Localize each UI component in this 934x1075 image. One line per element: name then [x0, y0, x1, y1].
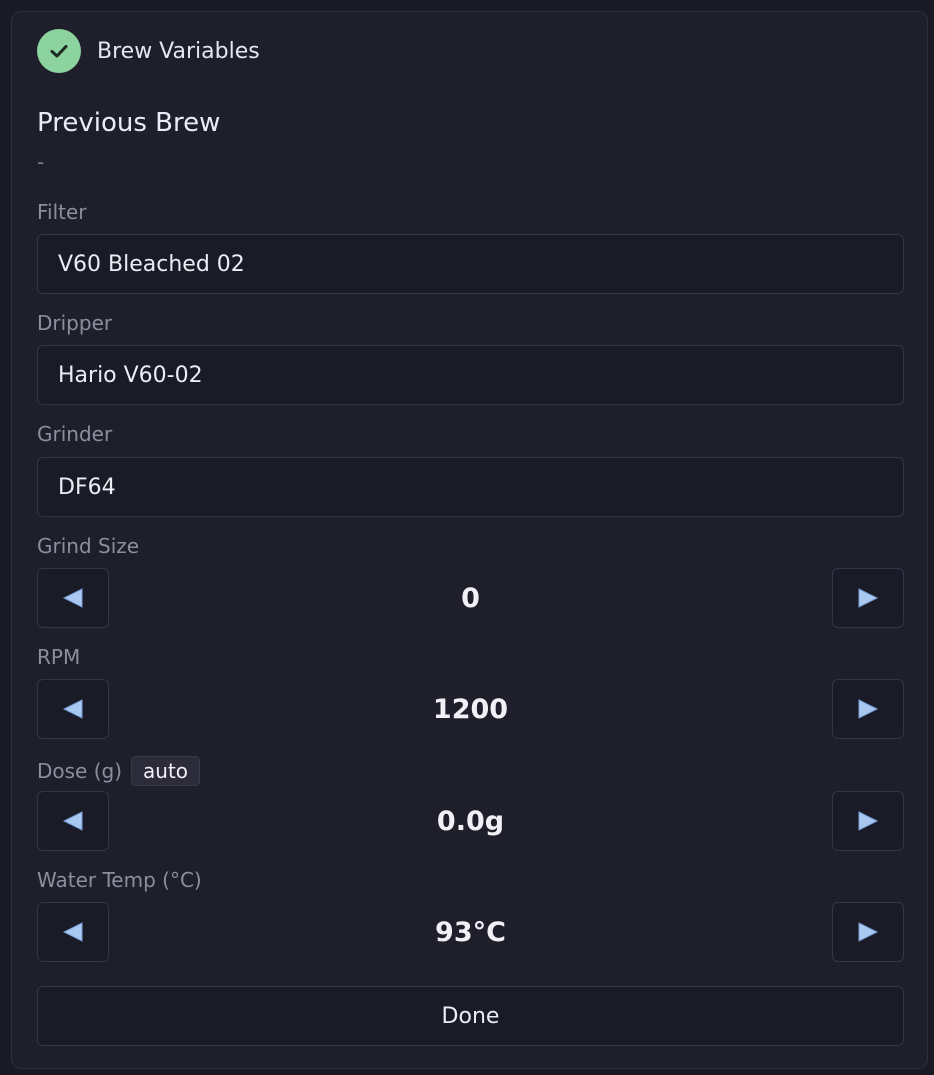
done-button[interactable]: Done — [37, 986, 904, 1046]
panel-header: Brew Variables — [37, 29, 260, 73]
filter-label: Filter — [37, 200, 87, 224]
rpm-value: 1200 — [432, 693, 509, 725]
rpm-decrement-button[interactable] — [37, 679, 109, 739]
dose-label: Dose (g) — [37, 759, 123, 783]
grind-size-value: 0 — [461, 582, 480, 614]
left-triangle-icon — [62, 922, 83, 942]
dose-value: 0.0g — [436, 805, 505, 837]
panel-title: Brew Variables — [97, 38, 260, 64]
dose-label-row: Dose (g) auto — [37, 756, 201, 786]
dose-stepper: 0.0g — [37, 791, 904, 851]
grinder-label: Grinder — [37, 422, 113, 446]
check-icon — [37, 29, 81, 73]
left-triangle-icon — [62, 699, 83, 719]
dripper-value: Hario V60-02 — [58, 362, 203, 388]
right-triangle-icon — [858, 811, 879, 831]
water-temp-label: Water Temp (°C) — [37, 868, 202, 892]
dripper-label: Dripper — [37, 311, 113, 335]
water-temp-decrement-button[interactable] — [37, 902, 109, 962]
left-triangle-icon — [62, 588, 83, 608]
brew-variables-panel: Brew Variables Previous Brew - Filter V6… — [11, 11, 928, 1069]
previous-brew-value: - — [37, 150, 45, 174]
right-triangle-icon — [858, 588, 879, 608]
grind-size-stepper: 0 — [37, 568, 904, 628]
grinder-field[interactable]: DF64 — [37, 457, 904, 517]
dose-increment-button[interactable] — [832, 791, 904, 851]
water-temp-stepper: 93°C — [37, 902, 904, 962]
right-triangle-icon — [858, 699, 879, 719]
grind-size-decrement-button[interactable] — [37, 568, 109, 628]
water-temp-value: 93°C — [435, 916, 506, 948]
grinder-value: DF64 — [58, 474, 116, 500]
dose-decrement-button[interactable] — [37, 791, 109, 851]
dose-auto-badge[interactable]: auto — [131, 756, 201, 786]
rpm-label: RPM — [37, 645, 81, 669]
filter-value: V60 Bleached 02 — [58, 251, 245, 277]
filter-field[interactable]: V60 Bleached 02 — [37, 234, 904, 294]
rpm-stepper: 1200 — [37, 679, 904, 739]
rpm-increment-button[interactable] — [832, 679, 904, 739]
previous-brew-title: Previous Brew — [37, 108, 221, 138]
grind-size-label: Grind Size — [37, 534, 140, 558]
dripper-field[interactable]: Hario V60-02 — [37, 345, 904, 405]
water-temp-increment-button[interactable] — [832, 902, 904, 962]
grind-size-increment-button[interactable] — [832, 568, 904, 628]
right-triangle-icon — [858, 922, 879, 942]
left-triangle-icon — [62, 811, 83, 831]
